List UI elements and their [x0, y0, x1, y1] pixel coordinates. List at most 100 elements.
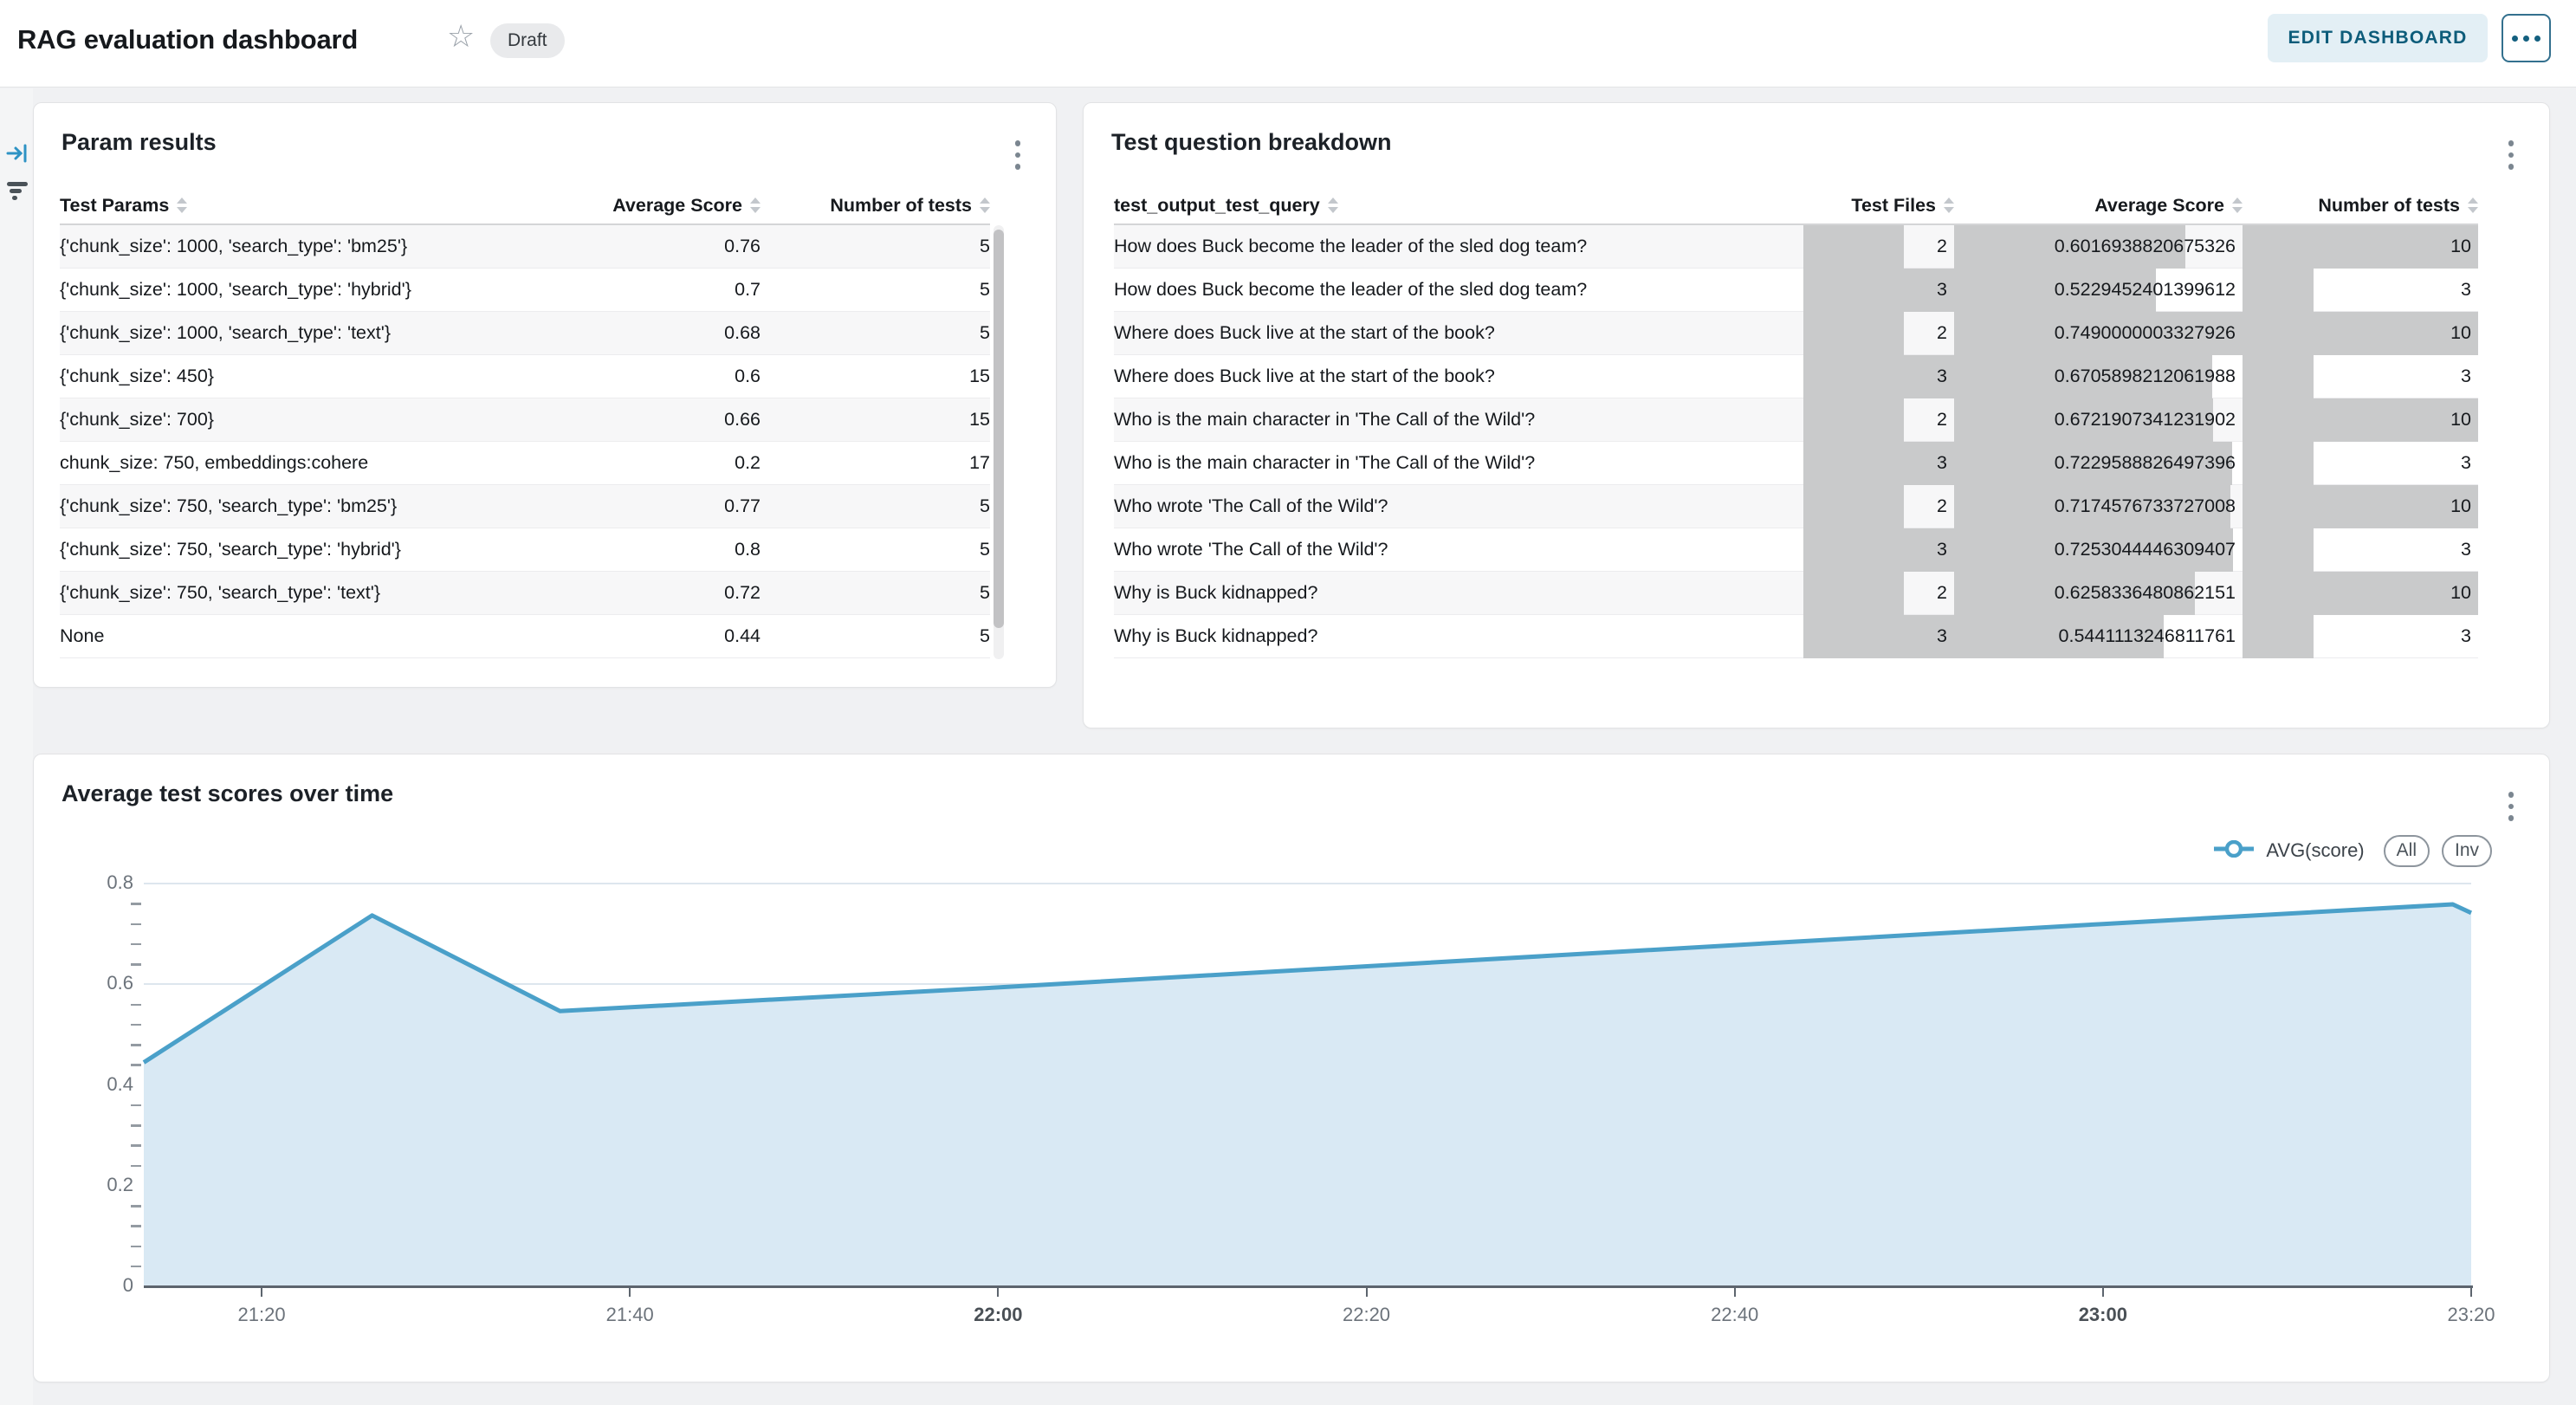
column-header-number-of-tests[interactable]: Number of tests	[2243, 195, 2478, 217]
sort-icon	[1328, 197, 1338, 213]
cell-average-score: 0.66	[527, 409, 761, 431]
cell-number-of-tests: 10	[2243, 485, 2478, 528]
x-tick-label: 22:40	[1683, 1304, 1787, 1326]
cell-test-params: None	[60, 625, 527, 647]
cell-value: 3	[2461, 366, 2471, 387]
table-row: {'chunk_size': 750, 'search_type': 'text…	[60, 572, 990, 615]
legend-series-marker[interactable]	[2214, 840, 2254, 862]
panel-title: Test question breakdown	[1111, 129, 1392, 156]
y-tick-label: 0.4	[73, 1073, 133, 1096]
sort-icon	[2232, 197, 2243, 213]
column-header-number-of-tests[interactable]: Number of tests	[761, 195, 990, 217]
more-options-button[interactable]	[2502, 14, 2551, 62]
cell-value: 3	[1937, 366, 1947, 387]
cell-average-score: 0.2	[527, 452, 761, 474]
cell-value: 3	[1937, 279, 1947, 301]
cell-average-score: 0.77	[527, 495, 761, 517]
cell-value: 0.6721907341231902	[2055, 409, 2236, 431]
cell-value: 3	[1937, 539, 1947, 560]
cell-value: 3	[2461, 452, 2471, 474]
y-minor-tick	[131, 963, 141, 966]
table-row: {'chunk_size': 1000, 'search_type': 'bm2…	[60, 225, 990, 269]
column-header-average-score[interactable]: Average Score	[527, 195, 761, 217]
panel-menu-kebab-icon[interactable]	[2502, 786, 2520, 827]
data-bar	[1803, 398, 1904, 442]
y-minor-tick	[131, 1205, 141, 1208]
cell-value: 0.7490000003327926	[2055, 322, 2236, 344]
cell-query: Where does Buck live at the start of the…	[1114, 322, 1803, 344]
y-tick-label: 0.2	[73, 1174, 133, 1196]
y-tick-label: 0	[73, 1274, 133, 1297]
cell-test-files: 3	[1803, 355, 1954, 398]
cell-average-score: 0.7174576733727008	[1954, 485, 2243, 528]
page-title: RAG evaluation dashboard	[17, 24, 358, 55]
data-bar	[1803, 225, 1904, 269]
cell-test-params: {'chunk_size': 1000, 'search_type': 'bm2…	[60, 236, 527, 257]
table-row: {'chunk_size': 700}0.6615	[60, 398, 990, 442]
cell-number-of-tests: 10	[2243, 225, 2478, 269]
y-tick-label: 0.8	[73, 871, 133, 894]
filter-icon[interactable]	[6, 178, 29, 201]
cell-average-score: 0.7	[527, 279, 761, 301]
column-header-test-files[interactable]: Test Files	[1803, 195, 1954, 217]
cell-number-of-tests: 5	[761, 582, 990, 604]
expand-panel-icon[interactable]	[6, 142, 29, 165]
column-header-test-params[interactable]: Test Params	[60, 195, 527, 217]
cell-average-score: 0.68	[527, 322, 761, 344]
cell-average-score: 0.6	[527, 366, 761, 387]
x-tick	[1366, 1288, 1368, 1297]
cell-value: 0.7229588826497396	[2055, 452, 2236, 474]
data-bar	[1803, 572, 1904, 615]
edit-dashboard-button[interactable]: EDIT DASHBOARD	[2268, 14, 2488, 62]
cell-number-of-tests: 5	[761, 539, 990, 560]
x-tick	[2102, 1288, 2104, 1297]
param-results-panel: Param results Test Params Average Score …	[33, 102, 1057, 688]
question-breakdown-rows: How does Buck become the leader of the s…	[1114, 225, 2478, 658]
cell-test-files: 2	[1803, 485, 1954, 528]
cell-average-score: 0.6705898212061988	[1954, 355, 2243, 398]
panel-menu-kebab-icon[interactable]	[1009, 134, 1026, 176]
cell-value: 2	[1937, 582, 1947, 604]
column-header-average-score[interactable]: Average Score	[1954, 195, 2243, 217]
chart-panel: Average test scores over time AVG(score)…	[33, 754, 2550, 1382]
panel-menu-kebab-icon[interactable]	[2502, 134, 2520, 176]
cell-number-of-tests: 15	[761, 366, 990, 387]
y-minor-tick	[131, 943, 141, 946]
y-minor-tick	[131, 1024, 141, 1026]
cell-query: Where does Buck live at the start of the…	[1114, 366, 1803, 387]
cell-test-files: 3	[1803, 442, 1954, 485]
table-row: {'chunk_size': 750, 'search_type': 'hybr…	[60, 528, 990, 572]
legend-all-button[interactable]: All	[2384, 835, 2430, 867]
table-row: How does Buck become the leader of the s…	[1114, 269, 2478, 312]
favorite-star-icon[interactable]: ☆	[447, 21, 475, 52]
cell-value: 10	[2450, 409, 2471, 431]
panel-title: Param results	[61, 129, 217, 156]
y-minor-tick	[131, 1124, 141, 1127]
cell-number-of-tests: 15	[761, 409, 990, 431]
cell-test-params: {'chunk_size': 450}	[60, 366, 527, 387]
column-header-query[interactable]: test_output_test_query	[1114, 195, 1803, 217]
cell-test-params: chunk_size: 750, embeddings:cohere	[60, 452, 527, 474]
cell-average-score: 0.5229452401399612	[1954, 269, 2243, 312]
question-breakdown-panel: Test question breakdown test_output_test…	[1083, 102, 2550, 728]
param-results-rows: {'chunk_size': 1000, 'search_type': 'bm2…	[60, 225, 990, 658]
cell-value: 0.6258336480862151	[2055, 582, 2236, 604]
cell-value: 0.7174576733727008	[2055, 495, 2236, 517]
cell-test-files: 3	[1803, 269, 1954, 312]
data-bar	[1803, 312, 1904, 355]
cell-average-score: 0.76	[527, 236, 761, 257]
y-minor-tick	[131, 1246, 141, 1248]
data-bar	[1803, 355, 1954, 398]
cell-average-score: 0.8	[527, 539, 761, 560]
cell-number-of-tests: 3	[2243, 615, 2478, 658]
legend-series-label[interactable]: AVG(score)	[2266, 839, 2364, 862]
y-minor-tick	[131, 1225, 141, 1227]
x-tick-label: 23:00	[2051, 1304, 2155, 1326]
legend-inv-button[interactable]: Inv	[2442, 835, 2492, 867]
cell-value: 10	[2450, 322, 2471, 344]
data-bar	[2243, 615, 2314, 658]
cell-query: How does Buck become the leader of the s…	[1114, 279, 1803, 301]
scrollbar-thumb[interactable]	[994, 230, 1004, 628]
table-row: {'chunk_size': 1000, 'search_type': 'hyb…	[60, 269, 990, 312]
data-bar	[1803, 528, 1954, 572]
